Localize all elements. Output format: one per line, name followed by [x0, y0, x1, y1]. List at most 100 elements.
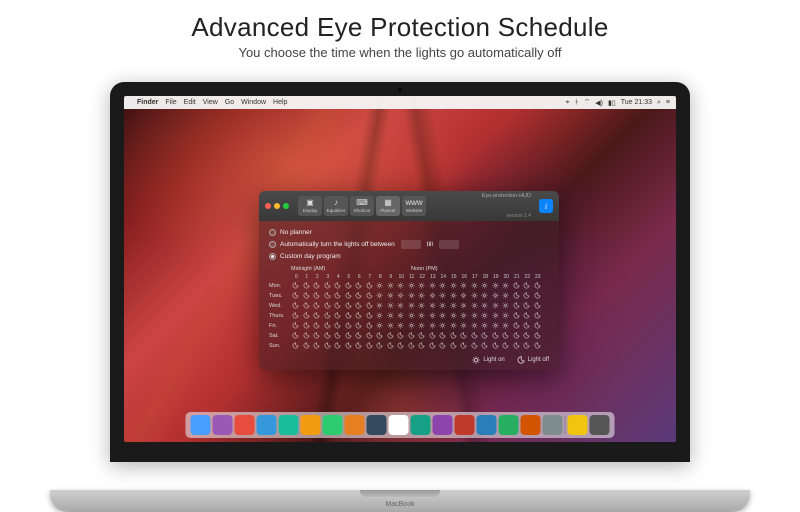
schedule-cell[interactable] [501, 311, 511, 320]
dock-app-18[interactable] [590, 415, 610, 435]
dock-app-17[interactable] [568, 415, 588, 435]
bluetooth-icon[interactable]: ᚼ [574, 99, 578, 106]
schedule-cell[interactable] [354, 321, 364, 330]
schedule-cell[interactable] [480, 291, 490, 300]
schedule-cell[interactable] [365, 291, 375, 300]
dock-app-4[interactable] [279, 415, 299, 435]
schedule-cell[interactable] [438, 301, 448, 310]
schedule-cell[interactable] [407, 341, 417, 350]
schedule-cell[interactable] [449, 311, 459, 320]
schedule-cell[interactable] [365, 311, 375, 320]
schedule-cell[interactable] [375, 321, 385, 330]
menu-window[interactable]: Window [241, 99, 266, 106]
schedule-cell[interactable] [480, 331, 490, 340]
schedule-cell[interactable] [396, 291, 406, 300]
schedule-cell[interactable] [459, 341, 469, 350]
location-icon[interactable]: ⌖ [566, 99, 570, 107]
schedule-cell[interactable] [417, 311, 427, 320]
schedule-cell[interactable] [396, 281, 406, 290]
option-custom[interactable]: Custom day program [269, 253, 549, 260]
radio-icon[interactable] [269, 253, 276, 260]
schedule-cell[interactable] [533, 291, 543, 300]
zoom-button[interactable] [283, 203, 289, 209]
schedule-cell[interactable] [501, 321, 511, 330]
schedule-cell[interactable] [512, 331, 522, 340]
schedule-cell[interactable] [449, 341, 459, 350]
menu-help[interactable]: Help [273, 99, 287, 106]
menu-go[interactable]: Go [225, 99, 234, 106]
dock-app-3[interactable] [257, 415, 277, 435]
dock-app-13[interactable] [477, 415, 497, 435]
schedule-cell[interactable] [333, 341, 343, 350]
schedule-cell[interactable] [522, 301, 532, 310]
schedule-cell[interactable] [470, 301, 480, 310]
schedule-cell[interactable] [491, 291, 501, 300]
dock-app-0[interactable] [191, 415, 211, 435]
wifi-icon[interactable]: ⌔ [584, 98, 591, 107]
schedule-cell[interactable] [312, 331, 322, 340]
dock-app-15[interactable] [521, 415, 541, 435]
schedule-cell[interactable] [302, 311, 312, 320]
schedule-cell[interactable] [323, 291, 333, 300]
schedule-cell[interactable] [365, 301, 375, 310]
schedule-cell[interactable] [459, 311, 469, 320]
clock[interactable]: Tue 21:33 [621, 99, 652, 106]
menu-file[interactable]: File [165, 99, 176, 106]
schedule-cell[interactable] [365, 331, 375, 340]
schedule-cell[interactable] [417, 291, 427, 300]
schedule-cell[interactable] [480, 301, 490, 310]
schedule-cell[interactable] [491, 321, 501, 330]
schedule-cell[interactable] [449, 291, 459, 300]
schedule-cell[interactable] [522, 281, 532, 290]
schedule-cell[interactable] [365, 321, 375, 330]
menu-view[interactable]: View [203, 99, 218, 106]
dock-app-14[interactable] [499, 415, 519, 435]
schedule-cell[interactable] [407, 311, 417, 320]
schedule-cell[interactable] [501, 341, 511, 350]
time-to-input[interactable] [439, 240, 459, 249]
schedule-cell[interactable] [333, 281, 343, 290]
schedule-cell[interactable] [344, 311, 354, 320]
schedule-cell[interactable] [375, 311, 385, 320]
schedule-cell[interactable] [354, 311, 364, 320]
schedule-cell[interactable] [386, 341, 396, 350]
schedule-cell[interactable] [333, 311, 343, 320]
schedule-cell[interactable] [438, 291, 448, 300]
option-auto[interactable]: Automatically turn the lights off betwee… [269, 240, 549, 249]
schedule-cell[interactable] [512, 311, 522, 320]
time-from-input[interactable] [401, 240, 421, 249]
tab-shortcut[interactable]: ⌨Shortcut [350, 196, 374, 216]
schedule-cell[interactable] [312, 311, 322, 320]
schedule-cell[interactable] [428, 291, 438, 300]
dock-app-12[interactable] [455, 415, 475, 435]
schedule-cell[interactable] [375, 281, 385, 290]
schedule-cell[interactable] [396, 341, 406, 350]
menubar-app[interactable]: Finder [137, 99, 158, 106]
schedule-cell[interactable] [323, 301, 333, 310]
schedule-cell[interactable] [501, 291, 511, 300]
schedule-cell[interactable] [291, 331, 301, 340]
schedule-cell[interactable] [344, 321, 354, 330]
schedule-cell[interactable] [386, 321, 396, 330]
battery-icon[interactable]: ▮▯ [608, 99, 616, 107]
schedule-cell[interactable] [459, 291, 469, 300]
schedule-cell[interactable] [386, 301, 396, 310]
volume-icon[interactable]: ◀) [595, 99, 603, 107]
schedule-cell[interactable] [470, 281, 480, 290]
schedule-cell[interactable] [449, 281, 459, 290]
schedule-cell[interactable] [344, 281, 354, 290]
schedule-cell[interactable] [323, 311, 333, 320]
schedule-cell[interactable] [428, 301, 438, 310]
schedule-cell[interactable] [449, 321, 459, 330]
tab-planner[interactable]: ▦Planner [376, 196, 400, 216]
schedule-cell[interactable] [438, 311, 448, 320]
schedule-cell[interactable] [291, 311, 301, 320]
schedule-cell[interactable] [438, 341, 448, 350]
schedule-cell[interactable] [396, 331, 406, 340]
schedule-cell[interactable] [407, 291, 417, 300]
schedule-cell[interactable] [323, 341, 333, 350]
schedule-cell[interactable] [438, 321, 448, 330]
dock-app-10[interactable] [411, 415, 431, 435]
schedule-cell[interactable] [501, 301, 511, 310]
schedule-cell[interactable] [491, 301, 501, 310]
